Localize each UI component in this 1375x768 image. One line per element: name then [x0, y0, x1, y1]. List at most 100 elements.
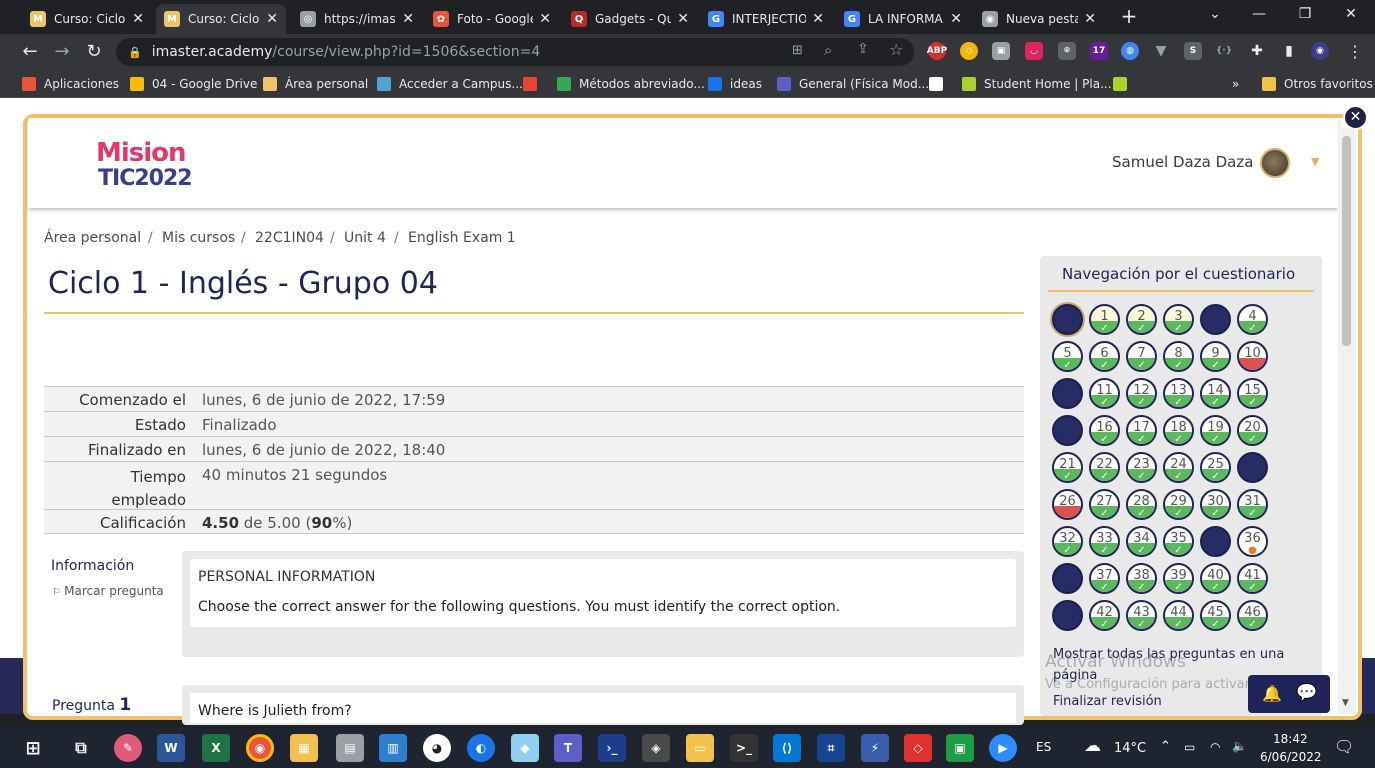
bookmark-item[interactable]: 04 - Google Drive [130, 75, 257, 93]
browser-tab[interactable]: G INTERJECTIO ✕ [700, 4, 832, 34]
app-icon[interactable]: ▤ [336, 734, 364, 762]
quiz-nav-question-button[interactable]: 12 ✓ [1126, 378, 1157, 409]
scroll-down-icon[interactable]: ▼ [1342, 698, 1349, 708]
battery-icon[interactable]: ▭ [1184, 740, 1195, 754]
bookmark-star-icon[interactable]: ☆ [889, 40, 903, 59]
app-icon[interactable]: ▥ [379, 734, 407, 762]
extension-icon[interactable]: ▼ [1152, 42, 1170, 60]
quiz-nav-question-button[interactable]: 26 [1052, 489, 1083, 520]
quiz-nav-info-button[interactable] [1200, 526, 1231, 557]
quiz-nav-question-button[interactable]: 32 ✓ [1052, 526, 1083, 557]
wifi-icon[interactable]: ◠ [1210, 740, 1220, 754]
extension-icon[interactable]: 17 [1090, 42, 1108, 60]
pocket-icon[interactable]: ◡ [1025, 42, 1043, 60]
anydesk-icon[interactable]: ◇ [904, 734, 932, 762]
quiz-nav-question-button[interactable]: 18 ✓ [1163, 415, 1194, 446]
quiz-nav-question-button[interactable]: 33 ✓ [1089, 526, 1120, 557]
quiz-nav-question-button[interactable]: 16 ✓ [1089, 415, 1120, 446]
user-name[interactable]: Samuel Daza Daza [1112, 153, 1253, 171]
task-view-icon[interactable]: ⧉ [67, 734, 95, 762]
bookmark-item[interactable]: General (Física Mod... [777, 75, 929, 93]
quiz-nav-question-button[interactable]: 46 ✓ [1237, 600, 1268, 631]
quiz-nav-info-button[interactable] [1200, 304, 1231, 335]
chat-icon[interactable]: 💬 [1296, 683, 1317, 703]
excel-icon[interactable]: X [202, 734, 230, 762]
quiz-nav-question-button[interactable]: 17 ✓ [1126, 415, 1157, 446]
finish-review-link[interactable]: Finalizar revisión [1053, 694, 1162, 709]
close-window-button[interactable]: ✕ [1336, 6, 1366, 22]
volume-icon[interactable]: 🔈 [1232, 739, 1247, 753]
sidepanel-icon[interactable]: ▮ [1280, 42, 1298, 60]
quiz-nav-info-button[interactable] [1052, 378, 1083, 409]
quiz-nav-question-button[interactable]: 36 ● [1237, 526, 1268, 557]
quiz-nav-info-button[interactable] [1052, 563, 1083, 594]
back-icon[interactable]: ← [18, 40, 42, 64]
logo-mision[interactable]: Mision [96, 138, 187, 168]
quiz-nav-question-button[interactable]: 34 ✓ [1126, 526, 1157, 557]
close-tab-icon[interactable]: ✕ [266, 11, 278, 27]
store-icon[interactable]: ▦ [290, 734, 318, 762]
close-tab-icon[interactable]: ✕ [132, 11, 144, 27]
extension-icon[interactable]: ▣ [992, 42, 1010, 60]
app-icon[interactable]: ⚡ [861, 734, 889, 762]
quiz-nav-question-button[interactable]: 27 ✓ [1089, 489, 1120, 520]
chat-app-icon[interactable]: ▣ [946, 734, 974, 762]
quiz-nav-question-button[interactable]: 1 ✓ [1089, 304, 1120, 335]
weather-icon[interactable]: ☁ [1084, 736, 1101, 756]
flag-question-link[interactable]: ⚐ Marcar pregunta [52, 584, 164, 598]
scrollbar-thumb[interactable] [1342, 136, 1351, 346]
teams-icon[interactable]: T [554, 734, 582, 762]
clock-time[interactable]: 18:42 [1273, 732, 1308, 746]
breadcrumb-item[interactable]: Área personal [44, 230, 141, 246]
quiz-nav-question-button[interactable]: 37 ✓ [1089, 563, 1120, 594]
browser-tab[interactable]: M Curso: Ciclo 1 ✕ [22, 4, 152, 34]
quiz-nav-question-button[interactable]: 43 ✓ [1126, 600, 1157, 631]
breadcrumb-item[interactable]: Mis cursos [162, 230, 235, 246]
minimize-button[interactable]: — [1244, 6, 1274, 22]
windows-start-icon[interactable]: ⊞ [19, 734, 47, 762]
tab-search-icon[interactable]: ⌄ [1200, 6, 1230, 22]
quiz-nav-question-button[interactable]: 24 ✓ [1163, 452, 1194, 483]
quiz-nav-question-button[interactable]: 30 ✓ [1200, 489, 1231, 520]
notification-center-icon[interactable]: 🗨 [1334, 737, 1354, 756]
browser-tab[interactable]: M Curso: Ciclo 1 ✕ [156, 4, 286, 34]
chevron-down-icon[interactable]: ▼ [1311, 155, 1319, 168]
quiz-nav-question-button[interactable]: 14 ✓ [1200, 378, 1231, 409]
quiz-nav-info-button[interactable] [1052, 415, 1083, 446]
zoom-app-icon[interactable]: ▶ [989, 734, 1017, 762]
more-bookmarks-button[interactable]: » [1232, 75, 1239, 93]
bell-icon[interactable]: 🔔 [1262, 684, 1282, 703]
file-explorer-icon[interactable]: ▭ [686, 734, 714, 762]
bookmark-item[interactable] [1113, 75, 1135, 93]
quiz-nav-question-button[interactable]: 4 ✓ [1237, 304, 1268, 335]
maximize-button[interactable]: ❐ [1290, 6, 1320, 22]
app-icon[interactable]: ◈ [642, 734, 670, 762]
browser-tab[interactable]: ◎ https://imaste ✕ [292, 4, 422, 34]
quiz-nav-question-button[interactable]: 9 ✓ [1200, 341, 1231, 372]
page-scrollbar[interactable] [1338, 128, 1356, 714]
quiz-nav-question-button[interactable]: 42 ✓ [1089, 600, 1120, 631]
quiz-nav-question-button[interactable]: 15 ✓ [1237, 378, 1268, 409]
quiz-nav-question-button[interactable]: 2 ✓ [1126, 304, 1157, 335]
quiz-nav-info-button[interactable] [1052, 600, 1083, 631]
quiz-nav-question-button[interactable]: 8 ✓ [1163, 341, 1194, 372]
chrome-icon[interactable]: ◉ [246, 734, 274, 762]
quiz-nav-question-button[interactable]: 6 ✓ [1089, 341, 1120, 372]
quiz-nav-question-button[interactable]: 21 ✓ [1052, 452, 1083, 483]
quiz-nav-question-button[interactable]: 3 ✓ [1163, 304, 1194, 335]
reload-icon[interactable]: ↻ [82, 40, 106, 64]
close-tab-icon[interactable]: ✕ [539, 11, 551, 27]
close-tab-icon[interactable]: ✕ [812, 11, 824, 27]
bookmark-item[interactable]: Aplicaciones [22, 75, 119, 93]
forward-icon[interactable]: → [50, 40, 74, 64]
bookmark-item[interactable]: ideas [708, 75, 762, 93]
quiz-nav-question-button[interactable]: 44 ✓ [1163, 600, 1194, 631]
quiz-nav-question-button[interactable]: 40 ✓ [1200, 563, 1231, 594]
bookmark-item[interactable]: Acceder a Campus... [377, 75, 523, 93]
quiz-nav-question-button[interactable]: 11 ✓ [1089, 378, 1120, 409]
profile-avatar[interactable]: ◉ [1311, 42, 1329, 60]
bookmark-item[interactable] [523, 75, 545, 93]
extension-icon[interactable]: ◍ [1121, 42, 1139, 60]
temperature[interactable]: 14°C [1114, 741, 1146, 756]
quiz-nav-question-button[interactable]: 20 ✓ [1237, 415, 1268, 446]
